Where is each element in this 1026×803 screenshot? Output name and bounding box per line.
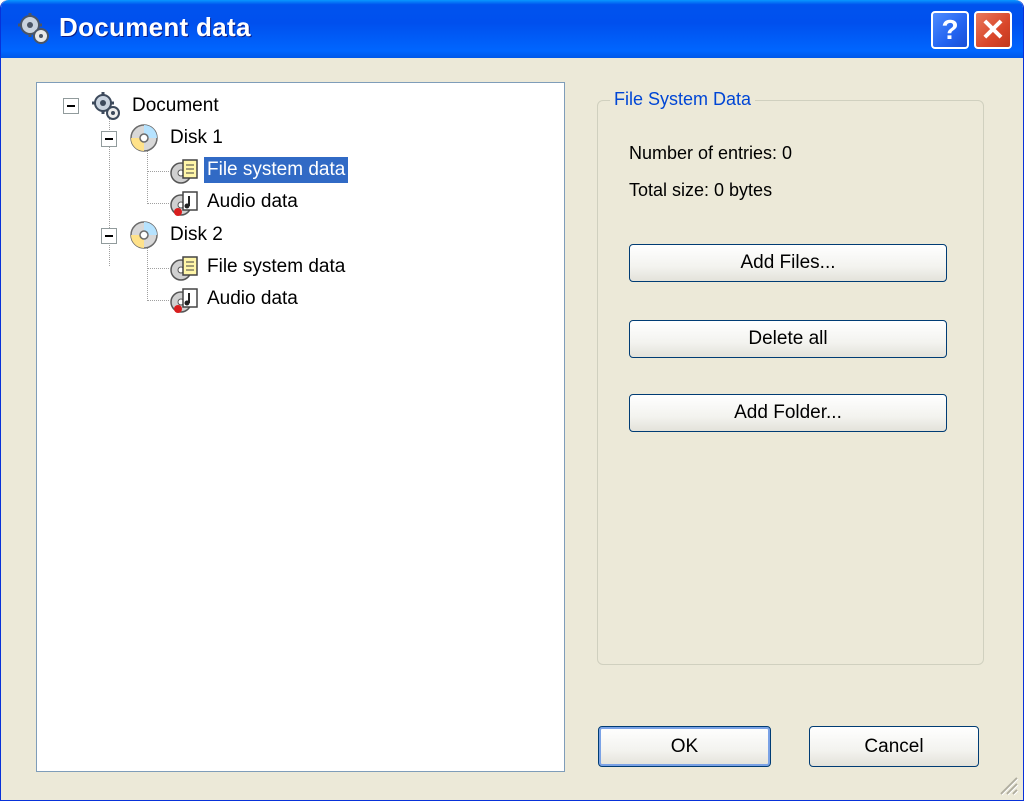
- help-button[interactable]: ?: [931, 11, 969, 49]
- delete-all-button[interactable]: Delete all: [629, 320, 947, 358]
- document-tree[interactable]: Document Disk 1 File system data Audio d…: [36, 82, 565, 772]
- number-of-entries-text: Number of entries: 0: [629, 143, 793, 163]
- window-title: Document data: [59, 12, 251, 42]
- group-title: File System Data: [610, 89, 756, 110]
- close-button[interactable]: ✕: [974, 11, 1012, 49]
- collapse-disk2-toggle[interactable]: [101, 228, 117, 244]
- file-system-data-icon: [170, 256, 198, 281]
- document-gear-icon: [18, 13, 49, 44]
- file-system-data-icon: [170, 159, 198, 184]
- tree-connector: [147, 147, 148, 204]
- tree-connector: [147, 203, 169, 204]
- audio-data-icon: [170, 288, 198, 313]
- add-folder-button[interactable]: Add Folder...: [629, 394, 947, 432]
- tree-connector: [147, 268, 169, 269]
- document-data-dialog: Document data ? ✕ Document Disk 1 File s…: [0, 0, 1024, 801]
- cd-disc-icon: [130, 124, 158, 152]
- collapse-disk1-toggle[interactable]: [101, 131, 117, 147]
- tree-node-disk-2[interactable]: Disk 2: [167, 222, 226, 248]
- tree-node-disk1-audio-data[interactable]: Audio data: [204, 189, 301, 215]
- tree-connector: [147, 171, 169, 172]
- cancel-button[interactable]: Cancel: [809, 726, 979, 767]
- document-gear-icon: [92, 92, 120, 120]
- tree-node-disk2-file-system-data[interactable]: File system data: [204, 254, 348, 280]
- tree-node-document[interactable]: Document: [129, 93, 222, 119]
- add-files-button[interactable]: Add Files...: [629, 244, 947, 282]
- collapse-document-toggle[interactable]: [63, 98, 79, 114]
- tree-connector: [147, 244, 148, 301]
- tree-connector: [147, 300, 169, 301]
- tree-node-disk1-file-system-data[interactable]: File system data: [204, 157, 349, 183]
- total-size-text: Total size: 0 bytes: [629, 180, 773, 200]
- tree-node-disk-1[interactable]: Disk 1: [167, 125, 226, 151]
- title-bar[interactable]: Document data ? ✕: [1, 0, 1023, 58]
- tree-node-disk2-audio-data[interactable]: Audio data: [204, 286, 301, 312]
- cd-disc-icon: [130, 221, 158, 249]
- audio-data-icon: [170, 191, 198, 216]
- resize-grip-icon[interactable]: [995, 772, 1019, 796]
- ok-button[interactable]: OK: [598, 726, 771, 767]
